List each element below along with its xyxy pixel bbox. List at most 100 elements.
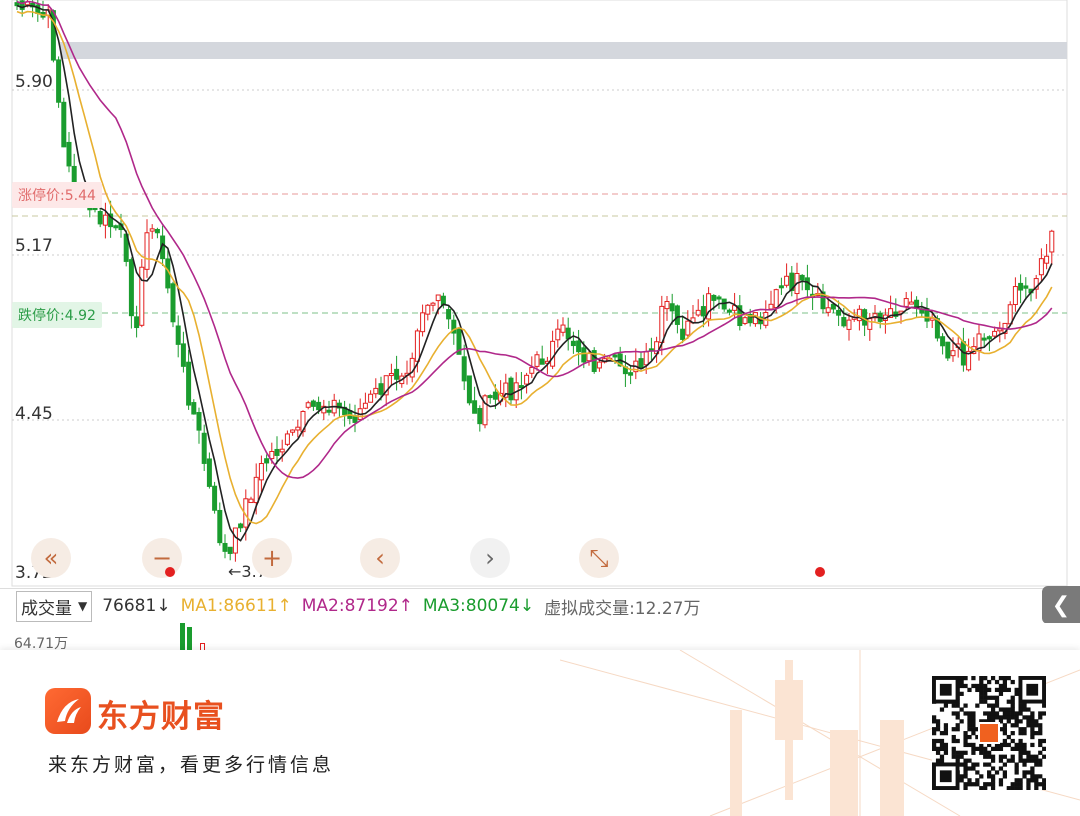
- qr-module: [1014, 762, 1019, 767]
- qr-module: [963, 762, 968, 767]
- qr-module: [1034, 754, 1039, 759]
- qr-module: [951, 750, 956, 755]
- chevron-right-icon[interactable]: ›: [470, 538, 510, 578]
- qr-module: [990, 711, 996, 716]
- prev-glyph: ‹: [375, 544, 385, 572]
- qr-module: [955, 758, 960, 763]
- qr-module: [971, 676, 976, 681]
- qr-module: [1010, 786, 1015, 791]
- candle-body: [638, 358, 644, 370]
- kline-svg[interactable]: [0, 0, 1080, 588]
- qr-module: [932, 738, 937, 744]
- qr-module: [1030, 770, 1035, 775]
- chevron-left-icon[interactable]: ‹: [360, 538, 400, 578]
- qr-module: [1026, 786, 1031, 791]
- qr-module: [1026, 719, 1031, 724]
- qr-module: [983, 746, 988, 751]
- qr-module: [990, 707, 996, 712]
- candle-body: [102, 214, 108, 226]
- candle-body: [446, 309, 452, 320]
- qr-module: [959, 719, 964, 724]
- qr-module: [1002, 754, 1007, 759]
- qr-module: [1034, 723, 1039, 728]
- qr-module: [963, 683, 968, 689]
- event-dot[interactable]: [815, 567, 825, 577]
- candle-body: [986, 336, 992, 340]
- candle-body: [529, 367, 535, 374]
- qr-module: [959, 762, 964, 767]
- double-left-icon[interactable]: «: [31, 538, 71, 578]
- candle-body: [201, 432, 207, 464]
- qr-module: [1018, 707, 1023, 712]
- qr-module: [967, 734, 972, 740]
- qr-module: [1038, 711, 1043, 716]
- candle-body: [664, 300, 670, 310]
- qr-module: [1030, 711, 1035, 716]
- candle-body: [846, 319, 852, 330]
- qr-module: [1018, 786, 1023, 791]
- qr-finder: [939, 683, 952, 696]
- qr-module: [975, 782, 980, 787]
- candle-body: [326, 409, 332, 413]
- qr-module: [959, 679, 964, 685]
- qr-module: [951, 711, 956, 716]
- event-dot[interactable]: [165, 567, 175, 577]
- qr-module: [1006, 786, 1011, 791]
- minus-icon[interactable]: −: [142, 538, 182, 578]
- qr-module: [983, 750, 988, 755]
- plus-icon[interactable]: +: [252, 538, 292, 578]
- candle-body: [773, 289, 779, 309]
- candle-body: [565, 327, 571, 340]
- qr-module: [1030, 742, 1035, 748]
- candle-body: [856, 308, 862, 322]
- expand-icon[interactable]: ⤡: [579, 538, 619, 578]
- qr-module: [935, 750, 941, 755]
- collapse-left-icon[interactable]: ❮: [1042, 586, 1080, 624]
- qr-finder: [1026, 683, 1039, 696]
- qr-module: [983, 699, 988, 704]
- candle-body: [144, 232, 150, 270]
- qr-module: [994, 687, 1000, 693]
- qr-module: [979, 676, 984, 681]
- qr-module: [1010, 715, 1015, 720]
- qr-module: [1002, 731, 1007, 736]
- qr-module: [1002, 738, 1007, 744]
- volume-ma1: MA1:86611↑: [180, 596, 292, 616]
- qr-module: [998, 746, 1004, 751]
- qr-module: [939, 742, 945, 748]
- qr-logo: [980, 724, 998, 742]
- qr-module: [963, 734, 968, 740]
- qr-module: [1006, 707, 1011, 712]
- qr-module: [1038, 758, 1043, 763]
- candle-body: [378, 383, 384, 395]
- qr-module: [1038, 750, 1043, 755]
- qr-module: [959, 750, 964, 755]
- candle-body: [35, 4, 41, 15]
- qr-module: [1022, 746, 1027, 751]
- qr-module: [967, 719, 972, 724]
- qr-module: [1042, 738, 1047, 744]
- qr-module: [1034, 778, 1039, 783]
- candle-body: [555, 328, 561, 341]
- candle-body: [784, 275, 790, 286]
- qr-module: [1026, 750, 1031, 755]
- qr-module: [975, 746, 980, 751]
- qr-module: [1042, 754, 1047, 759]
- candle-body: [409, 357, 415, 378]
- qr-module: [1034, 719, 1039, 724]
- indicator-select[interactable]: 成交量 ▼: [16, 590, 93, 622]
- qr-module: [987, 750, 992, 755]
- qr-module: [1042, 746, 1047, 751]
- qr-module: [1026, 754, 1031, 759]
- qr-module: [998, 754, 1004, 759]
- qr-module: [971, 711, 976, 716]
- qr-module: [1022, 715, 1027, 720]
- candle-body: [472, 400, 478, 414]
- qr-module: [1018, 758, 1023, 763]
- kline-chart[interactable]: 5.90 5.17 4.45 3.72 涨停价:5.44 跌停价:4.92 ←3…: [0, 0, 1080, 588]
- volume-chart: 64.71万: [0, 623, 1080, 653]
- candle-body: [253, 476, 259, 504]
- qr-module: [1026, 715, 1031, 720]
- qr-module: [983, 676, 988, 681]
- candle-body: [508, 377, 514, 401]
